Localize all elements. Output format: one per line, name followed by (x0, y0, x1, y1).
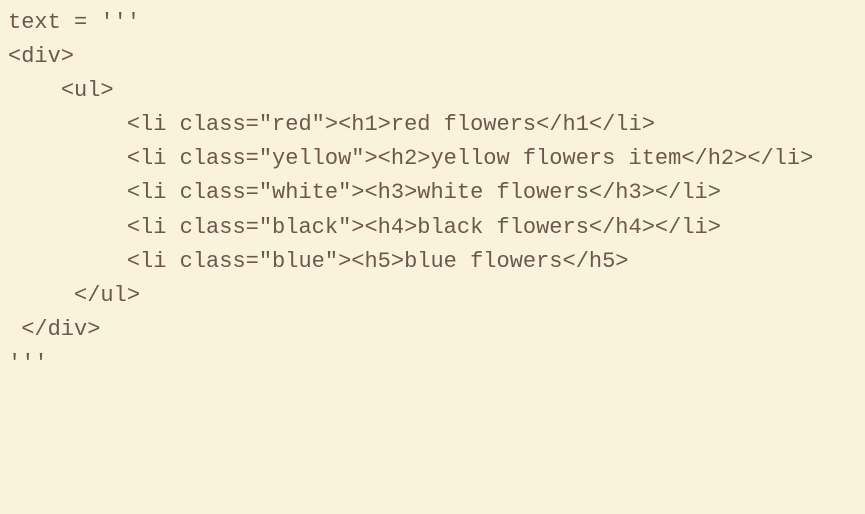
code-line: </ul> (8, 283, 140, 308)
code-line: <li class="blue"><h5>blue flowers</h5> (8, 249, 629, 274)
code-line: text = ''' (8, 10, 140, 35)
code-block: text = ''' <div> <ul> <li class="red"><h… (8, 6, 857, 381)
code-line: <li class="red"><h1>red flowers</h1</li> (8, 112, 655, 137)
code-line: <li class="white"><h3>white flowers</h3>… (8, 180, 721, 205)
code-line: <ul> (8, 78, 114, 103)
code-line: <li class="black"><h4>black flowers</h4>… (8, 215, 721, 240)
code-line: ''' (8, 351, 48, 376)
code-line: <li class="yellow"><h2>yellow flowers it… (8, 146, 813, 171)
code-line: </div> (8, 317, 100, 342)
code-line: <div> (8, 44, 74, 69)
